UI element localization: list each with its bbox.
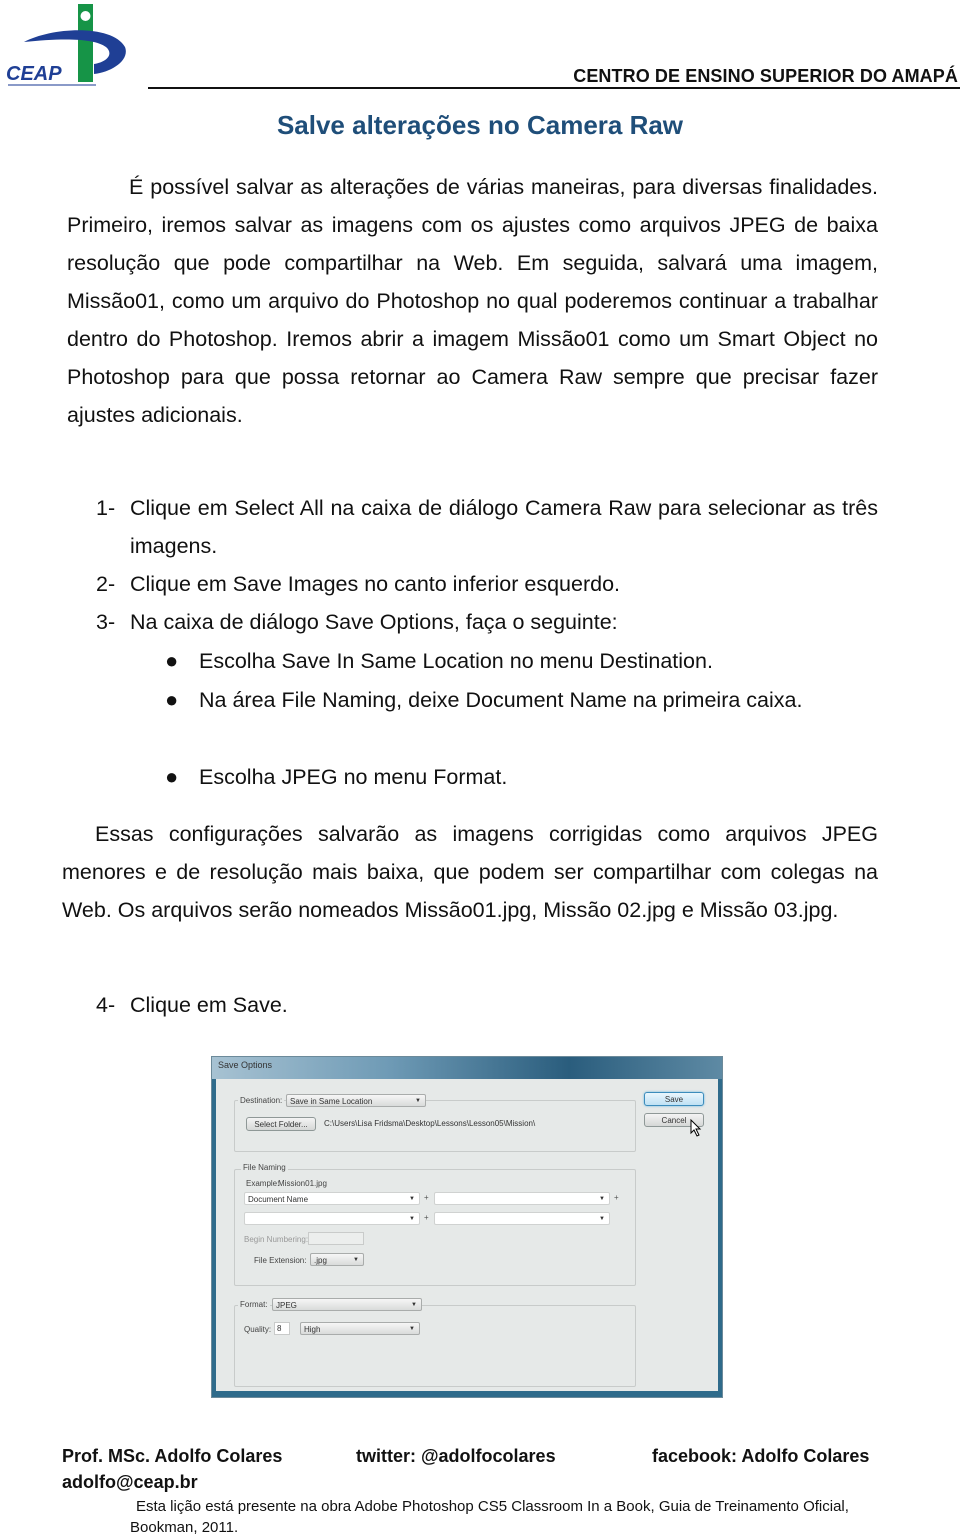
footer-facebook: facebook: Adolfo Colares bbox=[652, 1446, 870, 1466]
step-number: 4- bbox=[96, 993, 116, 1017]
destination-select[interactable]: Save in Same Location ▼ bbox=[286, 1094, 426, 1107]
footer-email: adolfo@ceap.br bbox=[62, 1472, 198, 1492]
step-number: 3- bbox=[96, 610, 116, 634]
destination-label: Destination: bbox=[238, 1096, 285, 1105]
folder-path: C:\Users\Lisa Fridsma\Desktop\Lessons\Le… bbox=[324, 1119, 536, 1128]
bullet-icon: ● bbox=[165, 648, 179, 673]
institution-name: CENTRO DE ENSINO SUPERIOR DO AMAPÁ bbox=[573, 66, 958, 86]
step-number: 1- bbox=[96, 496, 116, 520]
logo-dot bbox=[80, 11, 91, 21]
chevron-down-icon: ▼ bbox=[415, 1098, 421, 1104]
step-number: 2- bbox=[96, 572, 116, 596]
bullet-icon: ● bbox=[165, 764, 179, 789]
begin-numbering-label: Begin Numbering: bbox=[244, 1235, 309, 1244]
file-extension-select[interactable]: .jpg ▼ bbox=[310, 1253, 364, 1266]
save-options-dialog: Save Options Destination: Save in Same L… bbox=[211, 1056, 723, 1398]
bullet-text: Escolha Save In Same Location no menu De… bbox=[199, 649, 713, 673]
chevron-down-icon: ▼ bbox=[409, 1196, 415, 1202]
chevron-down-icon: ▼ bbox=[411, 1302, 417, 1308]
step-text: Clique em Save Images no canto inferior … bbox=[130, 572, 620, 596]
step-text: Clique em Select All na caixa de diálogo… bbox=[130, 496, 878, 558]
format-label: Format: bbox=[238, 1300, 270, 1309]
begin-numbering-input[interactable] bbox=[308, 1232, 364, 1245]
plus-icon: + bbox=[614, 1193, 619, 1202]
result-paragraph: Essas configurações salvarão as imagens … bbox=[62, 822, 878, 922]
chevron-down-icon: ▼ bbox=[409, 1216, 415, 1222]
dialog-title: Save Options bbox=[218, 1060, 273, 1070]
file-extension-label: File Extension: bbox=[254, 1256, 307, 1265]
naming-select-4[interactable]: ▼ bbox=[434, 1212, 610, 1225]
naming-select-1-value: Document Name bbox=[248, 1195, 309, 1204]
chevron-down-icon: ▼ bbox=[599, 1196, 605, 1202]
format-group bbox=[234, 1305, 636, 1387]
naming-select-3[interactable]: ▼ bbox=[244, 1212, 420, 1225]
format-value: JPEG bbox=[276, 1301, 297, 1310]
quality-preset-value: High bbox=[304, 1325, 321, 1334]
chevron-down-icon: ▼ bbox=[353, 1257, 359, 1263]
select-folder-button[interactable]: Select Folder... bbox=[246, 1117, 316, 1131]
bullet-icon: ● bbox=[165, 687, 179, 712]
quality-label: Quality: bbox=[244, 1325, 272, 1334]
file-extension-value: .jpg bbox=[314, 1256, 327, 1265]
header-divider bbox=[148, 87, 960, 89]
example-label: Example: bbox=[246, 1179, 280, 1188]
dialog-body: Destination: Save in Same Location ▼ Sel… bbox=[216, 1079, 718, 1391]
logo-text: CEAP bbox=[6, 63, 62, 85]
format-select[interactable]: JPEG ▼ bbox=[272, 1298, 422, 1311]
step-text: Na caixa de diálogo Save Options, faça o… bbox=[130, 610, 618, 634]
dialog-titlebar: Save Options bbox=[212, 1057, 722, 1079]
plus-icon: + bbox=[424, 1213, 429, 1222]
footer-source-note: Esta lição está presente na obra Adobe P… bbox=[130, 1498, 849, 1536]
plus-icon: + bbox=[424, 1193, 429, 1202]
intro-paragraph: É possível salvar as alterações de vária… bbox=[67, 175, 878, 427]
file-naming-legend: File Naming bbox=[241, 1163, 288, 1172]
save-button[interactable]: Save bbox=[644, 1092, 704, 1106]
footer-twitter: twitter: @adolfocolares bbox=[356, 1446, 556, 1466]
bullet-text: Na área File Naming, deixe Document Name… bbox=[199, 688, 803, 712]
page-title: Salve alterações no Camera Raw bbox=[276, 110, 684, 140]
logo-subtitle bbox=[8, 84, 96, 86]
quality-preset-select[interactable]: High ▼ bbox=[300, 1322, 420, 1335]
step-text: Clique em Save. bbox=[130, 993, 288, 1017]
naming-select-2[interactable]: ▼ bbox=[434, 1192, 610, 1205]
footer-author: Prof. MSc. Adolfo Colares bbox=[62, 1446, 283, 1466]
quality-input[interactable]: 8 bbox=[274, 1322, 290, 1335]
destination-value: Save in Same Location bbox=[290, 1097, 373, 1106]
chevron-down-icon: ▼ bbox=[409, 1326, 415, 1332]
example-value: Mission01.jpg bbox=[278, 1179, 327, 1188]
bullet-text: Escolha JPEG no menu Format. bbox=[199, 765, 508, 789]
chevron-down-icon: ▼ bbox=[599, 1216, 605, 1222]
naming-select-1[interactable]: Document Name ▼ bbox=[244, 1192, 420, 1205]
ceap-logo: CEAP bbox=[6, 4, 126, 86]
mouse-cursor-icon bbox=[690, 1119, 702, 1137]
